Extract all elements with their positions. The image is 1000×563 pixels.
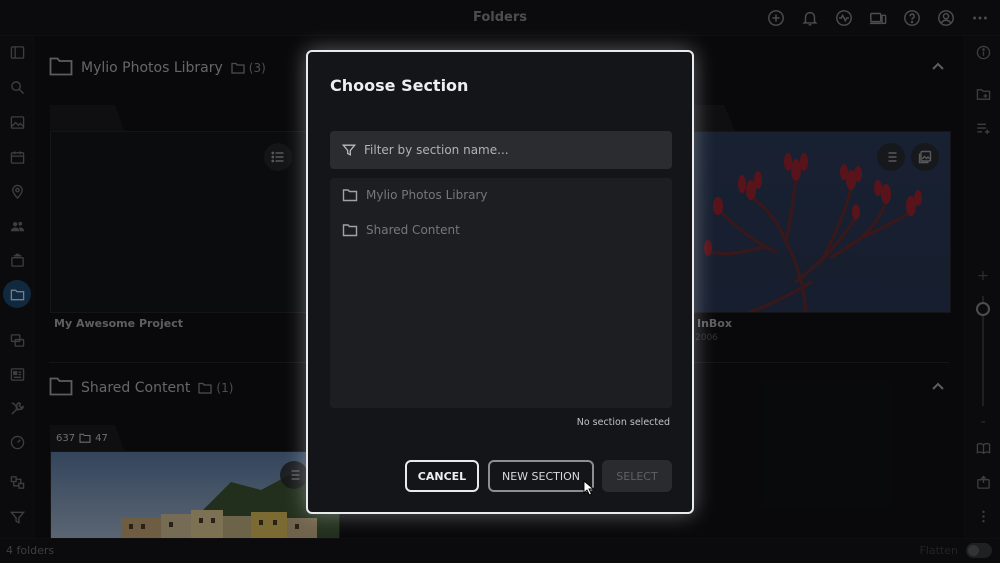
section-list: Mylio Photos Library Shared Content <box>330 178 672 408</box>
filter-icon <box>342 144 356 156</box>
app-window: Folders Mylio Photos Library (3) My Awes… <box>0 0 1000 563</box>
folder-icon <box>342 224 358 237</box>
cancel-button[interactable]: CANCEL <box>405 460 479 492</box>
folder-icon <box>342 189 358 202</box>
new-section-button[interactable]: NEW SECTION <box>488 460 594 492</box>
choose-section-dialog: Choose Section Mylio Photos Library Shar… <box>306 50 694 514</box>
list-item[interactable]: Shared Content <box>342 223 460 237</box>
list-item-label: Mylio Photos Library <box>366 188 488 202</box>
dialog-title: Choose Section <box>330 76 469 95</box>
list-item-label: Shared Content <box>366 223 460 237</box>
section-filter-input[interactable] <box>364 143 654 157</box>
filter-field[interactable] <box>330 131 672 169</box>
mouse-cursor-icon <box>583 480 595 496</box>
selection-status: No section selected <box>576 417 670 428</box>
select-button[interactable]: SELECT <box>602 460 672 492</box>
list-item[interactable]: Mylio Photos Library <box>342 188 488 202</box>
